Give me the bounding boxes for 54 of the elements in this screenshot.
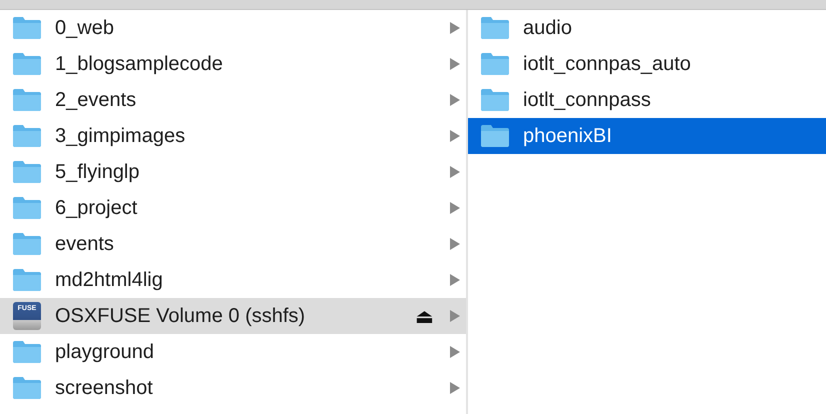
folder-icon: [12, 88, 42, 112]
file-name: OSXFUSE Volume 0 (sshfs): [55, 304, 306, 328]
disclosure-arrow-icon: [450, 310, 460, 322]
folder-icon: [12, 196, 42, 220]
disclosure-arrow-icon: [450, 202, 460, 214]
disclosure-arrow-icon: [450, 58, 460, 70]
file-row[interactable]: 6_project: [0, 190, 466, 226]
file-row[interactable]: iotlt_connpas_auto: [468, 46, 826, 82]
disclosure-arrow-icon: [450, 346, 460, 358]
folder-icon: [12, 268, 42, 292]
disclosure-arrow-icon: [450, 274, 460, 286]
file-row[interactable]: audio: [468, 10, 826, 46]
disclosure-arrow-icon: [450, 94, 460, 106]
file-row[interactable]: playground: [0, 334, 466, 370]
file-name: iotlt_connpass: [523, 88, 652, 112]
folder-icon: [480, 52, 510, 76]
folder-icon: [12, 340, 42, 364]
file-row[interactable]: 5_flyinglp: [0, 154, 466, 190]
file-name: 3_gimpimages: [55, 124, 186, 148]
file-name: 0_web: [55, 16, 115, 40]
disclosure-arrow-icon: [450, 382, 460, 394]
file-row[interactable]: events: [0, 226, 466, 262]
file-name: events: [55, 232, 115, 256]
file-name: 2_events: [55, 88, 138, 112]
file-row[interactable]: iotlt_connpass: [468, 82, 826, 118]
file-name: phoenixBI: [523, 124, 613, 148]
file-row[interactable]: phoenixBI: [468, 118, 826, 154]
folder-icon: [480, 16, 510, 40]
folder-icon: [480, 88, 510, 112]
folder-icon: [12, 232, 42, 256]
folder-icon: [12, 160, 42, 184]
file-row[interactable]: 2_events: [0, 82, 466, 118]
file-name: 6_project: [55, 196, 138, 220]
file-name: 5_flyinglp: [55, 160, 141, 184]
folder-icon: [12, 124, 42, 148]
disclosure-arrow-icon: [450, 166, 460, 178]
file-row[interactable]: 1_blogsamplecode: [0, 46, 466, 82]
file-name: md2html4lig: [55, 268, 164, 292]
folder-icon: [12, 376, 42, 400]
file-name: screenshot: [55, 376, 154, 400]
file-row[interactable]: md2html4lig: [0, 262, 466, 298]
file-name: iotlt_connpas_auto: [523, 52, 692, 76]
file-name: 1_blogsamplecode: [55, 52, 224, 76]
disclosure-arrow-icon: [450, 238, 460, 250]
file-name: playground: [55, 340, 155, 364]
file-row[interactable]: 0_web: [0, 10, 466, 46]
folder-icon: [480, 124, 510, 148]
disclosure-arrow-icon: [450, 22, 460, 34]
folder-icon: [12, 52, 42, 76]
disclosure-arrow-icon: [450, 130, 460, 142]
folder-icon: [12, 16, 42, 40]
file-row[interactable]: screenshot: [0, 370, 466, 406]
file-name: audio: [523, 16, 573, 40]
file-row[interactable]: 3_gimpimages: [0, 118, 466, 154]
